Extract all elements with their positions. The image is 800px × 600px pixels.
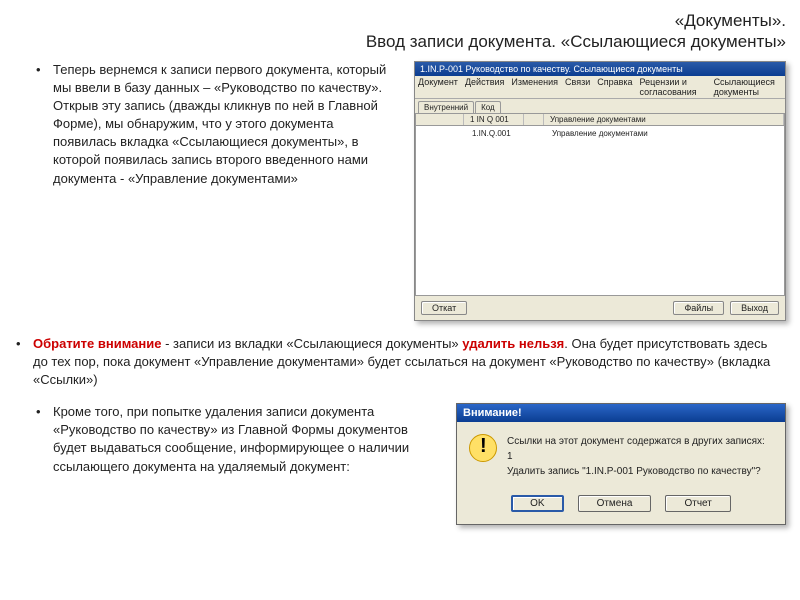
menu-item[interactable]: Рецензии и согласования [640,77,707,97]
bullet-3: Кроме того, при попытке удаления записи … [36,403,436,476]
title-line1: «Документы». [675,11,786,30]
list-header: 1 IN Q 001 Управление документами [415,113,785,126]
warning-dialog-screenshot: Внимание! Ссылки на этот документ содерж… [456,403,786,525]
app-window-screenshot: 1.IN.P-001 Руководство по качеству. Ссыл… [414,61,786,321]
dialog-buttons: OK Отмена Отчет [457,487,785,524]
bullet-dot-icon [36,69,43,70]
dialog-text: Ссылки на этот документ содержатся в дру… [507,434,773,479]
para-1: Теперь вернемся к записи первого докумен… [53,61,400,188]
menu-item[interactable]: Справка [597,77,632,97]
para-3: Кроме того, при попытке удаления записи … [53,403,436,476]
app-titlebar: 1.IN.P-001 Руководство по качеству. Ссыл… [415,62,785,76]
menu-item[interactable]: Действия [465,77,504,97]
title-line2: Ввод записи документа. «Ссылающиеся доку… [366,32,786,51]
ok-button[interactable]: OK [511,495,563,512]
files-button[interactable]: Файлы [673,301,724,315]
note-lead: Обратите внимание [33,336,161,351]
dialog-title: Внимание! [457,404,785,422]
bullet-2: Обратите внимание - записи из вкладки «С… [16,335,780,390]
menu-item[interactable]: Изменения [511,77,558,97]
app-bottombar: Откат Файлы Выход [415,296,785,320]
rollback-button[interactable]: Откат [421,301,467,315]
app-menubar: Документ Действия Изменения Связи Справк… [415,76,785,99]
tab[interactable]: Код [475,101,501,113]
slide-title: «Документы». Ввод записи документа. «Ссы… [14,10,786,53]
bullet-1: Теперь вернемся к записи первого докумен… [36,61,400,188]
list-row[interactable]: 1.IN.Q.001 Управление документами [418,128,782,139]
menu-item[interactable]: Документ [418,77,458,97]
list-area: 1.IN.Q.001 Управление документами [415,126,785,296]
report-button[interactable]: Отчет [665,495,730,512]
bullet-dot-icon [16,343,23,344]
exit-button[interactable]: Выход [730,301,779,315]
menu-item[interactable]: Связи [565,77,590,97]
bullet-dot-icon [36,411,43,412]
note-paragraph: Обратите внимание - записи из вкладки «С… [33,335,780,390]
tab[interactable]: Внутренний [418,101,474,113]
note-strong2: удалить нельзя [462,336,564,351]
cancel-button[interactable]: Отмена [578,495,652,512]
app-tabstrip: Внутренний Код [415,99,785,113]
menu-item[interactable]: Ссылающиеся документы [714,77,782,97]
warning-icon [469,434,497,462]
